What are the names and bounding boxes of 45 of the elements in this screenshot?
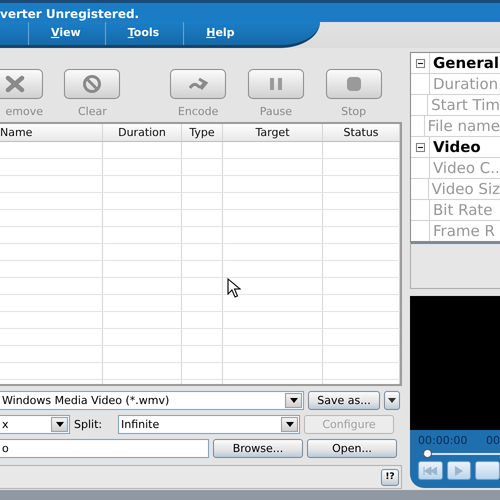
column-header[interactable]: Target xyxy=(223,124,323,141)
dropdown[interactable]: Windows Media Video (*.wmv) xyxy=(0,391,304,410)
play-button[interactable] xyxy=(446,461,472,480)
browse-button[interactable]: Browse... xyxy=(213,439,303,458)
open-button[interactable]: Open... xyxy=(307,439,397,458)
property-category: Video xyxy=(432,137,481,157)
property-name: Duration xyxy=(432,74,498,94)
x-icon xyxy=(4,74,26,94)
dropdown-arrow-icon xyxy=(286,422,294,427)
menu-item[interactable]: View xyxy=(28,22,105,45)
time-display: 00:00:00 xyxy=(418,434,468,447)
dropdown[interactable]: x xyxy=(0,415,70,434)
column-header[interactable]: Status xyxy=(323,124,400,141)
play-icon xyxy=(455,466,463,476)
collapse-icon[interactable] xyxy=(416,58,424,68)
player-button[interactable] xyxy=(475,461,500,480)
folder-field[interactable]: o xyxy=(0,439,209,458)
dropdown-arrow-icon xyxy=(56,422,64,427)
seek-slider[interactable] xyxy=(423,449,500,459)
prohibited-icon xyxy=(81,74,104,94)
save-as-button[interactable]: Save as... xyxy=(308,391,380,410)
property-category: General xyxy=(432,53,499,73)
split-label: Split: xyxy=(74,418,104,431)
property-name: File name xyxy=(426,116,500,136)
column-header[interactable]: Type xyxy=(182,124,223,141)
menu-item[interactable]: Tools xyxy=(104,22,184,45)
property-name: Start Tim xyxy=(430,95,500,115)
property-name: Frame R xyxy=(432,221,495,241)
column-header[interactable]: Name xyxy=(0,124,103,141)
property-name: Bit Rate xyxy=(432,200,493,220)
skip-back-button[interactable] xyxy=(418,461,443,480)
caret-icon xyxy=(388,398,396,403)
dropdown-arrow-icon xyxy=(290,398,298,403)
time-display: 00 xyxy=(486,434,500,447)
menu-item[interactable]: Help xyxy=(183,22,259,45)
dropdown[interactable]: Infinite xyxy=(118,415,300,434)
collapse-icon[interactable] xyxy=(416,142,424,152)
skip-back-icon xyxy=(423,466,438,474)
property-name: Video C.. xyxy=(432,158,500,178)
window-title: verter Unregistered. xyxy=(0,0,500,22)
column-header[interactable]: Duration xyxy=(103,124,182,141)
help-button[interactable]: !? xyxy=(381,468,399,486)
property-name: Video Siz xyxy=(430,179,500,199)
dropdown-button[interactable] xyxy=(384,391,400,410)
cursor-icon xyxy=(227,278,241,298)
